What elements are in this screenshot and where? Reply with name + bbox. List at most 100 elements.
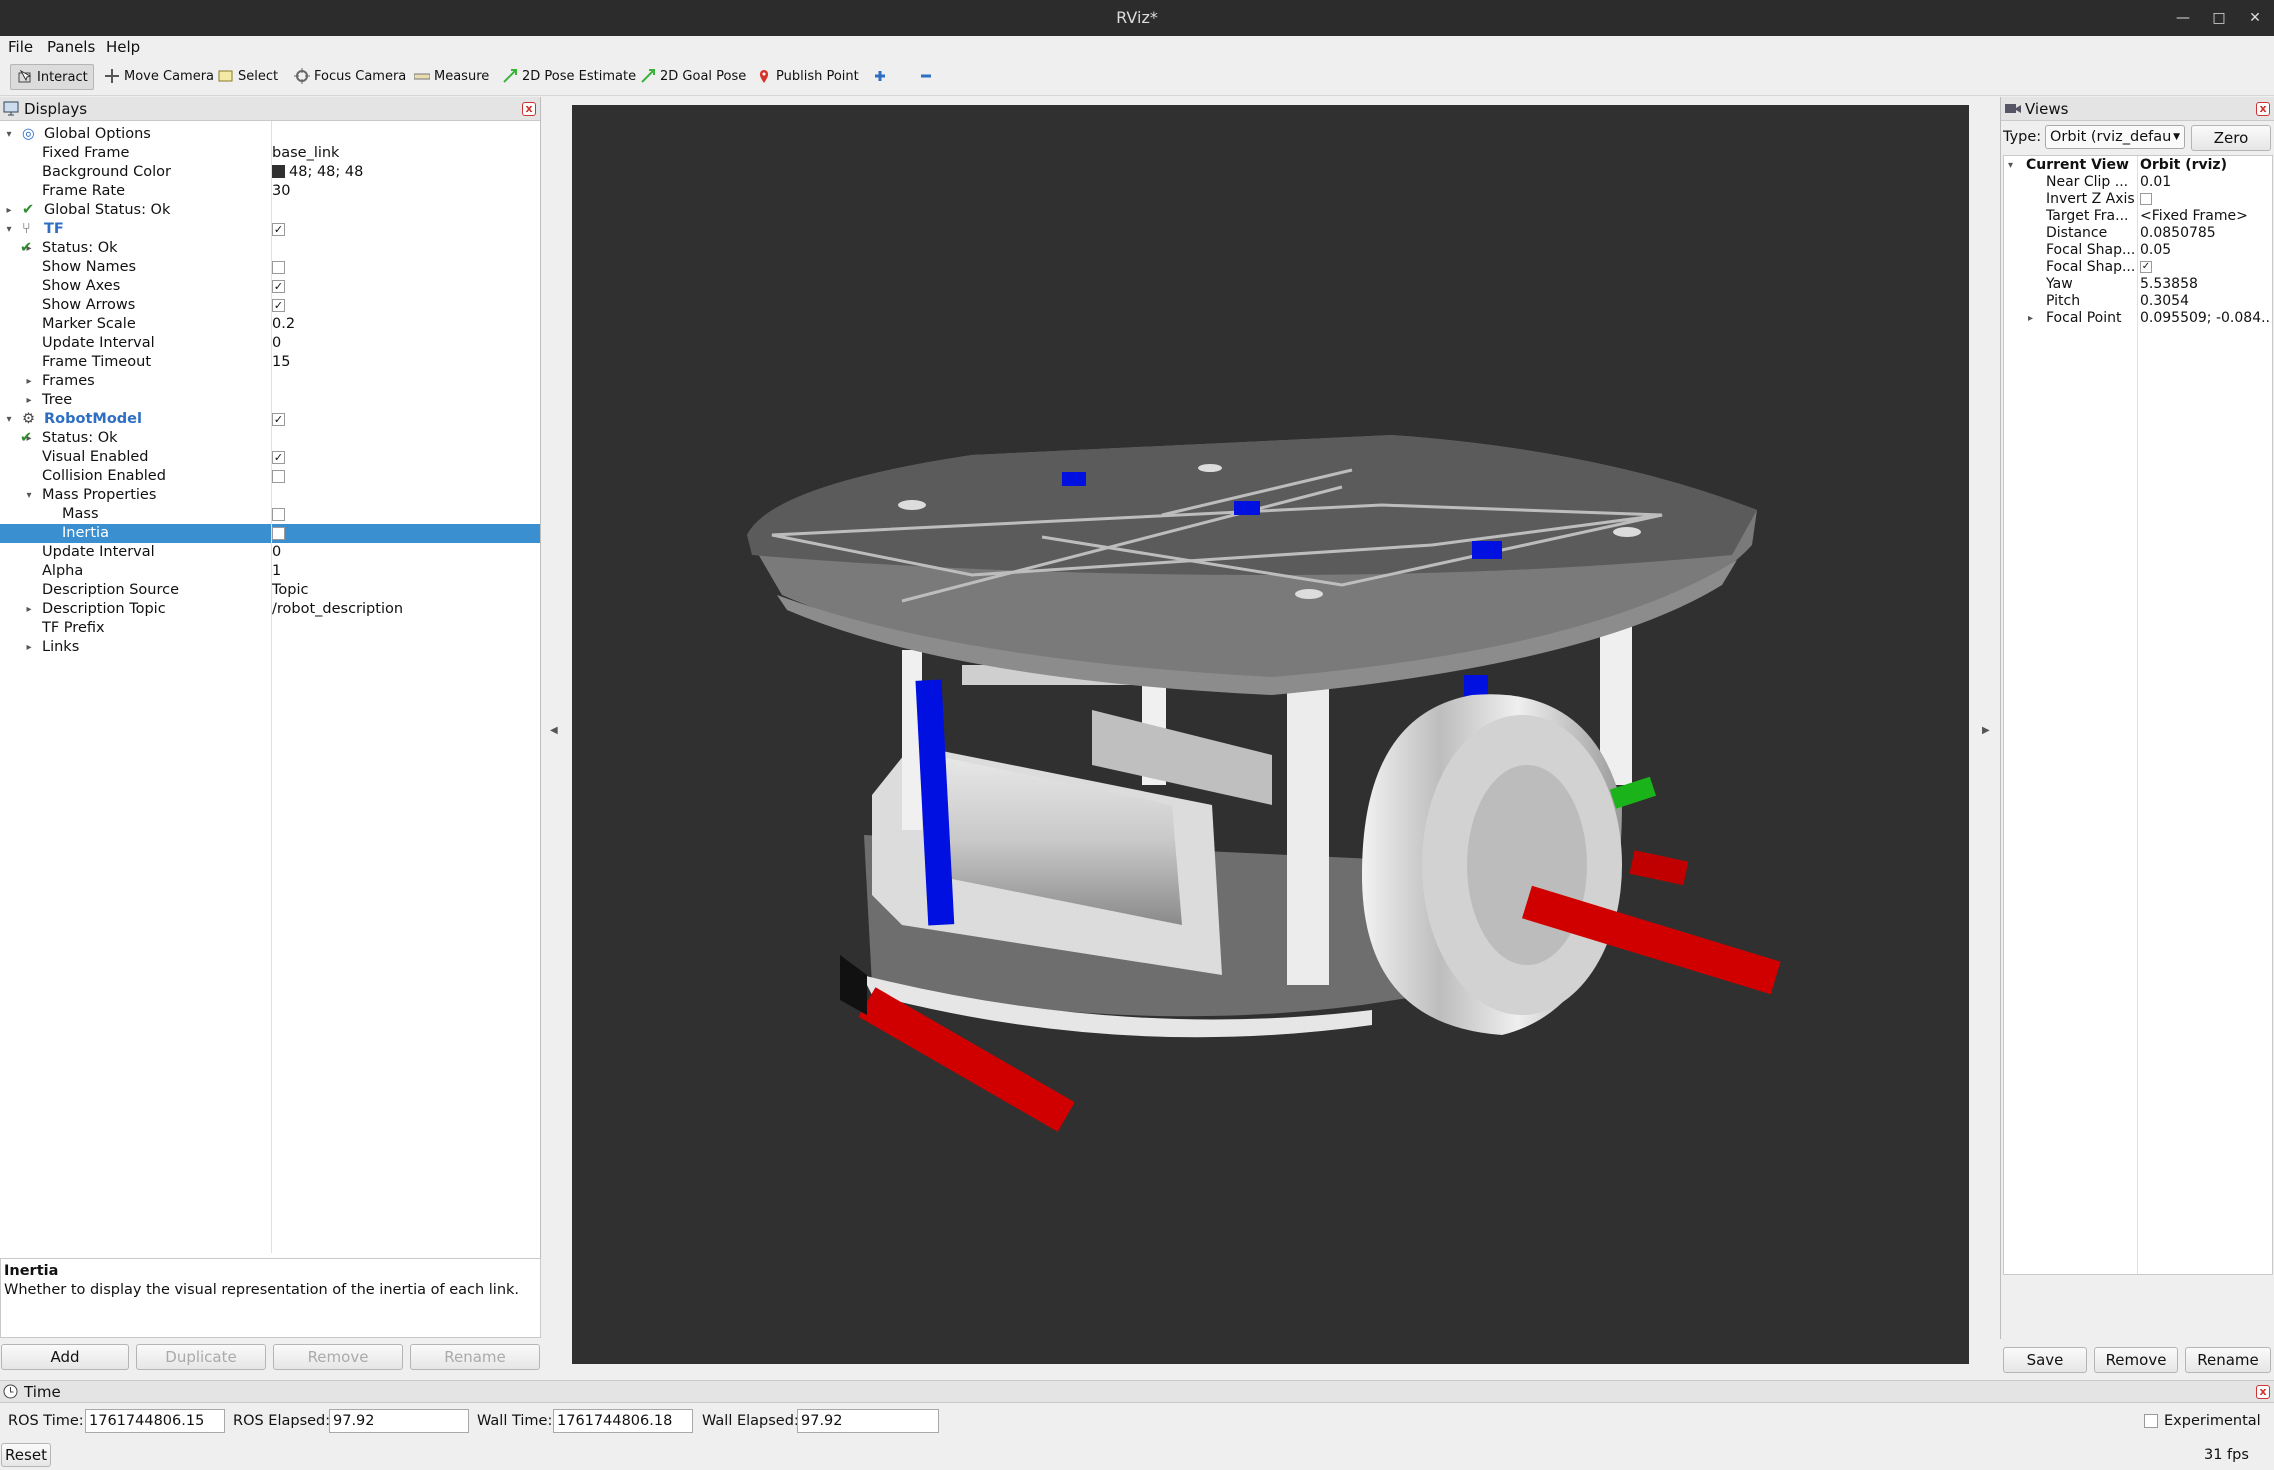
minimize-icon[interactable]: — xyxy=(2168,0,2198,36)
menu-file[interactable]: File xyxy=(8,36,33,58)
view-prop-row[interactable]: Focal Shap... ✓ xyxy=(2004,259,2272,276)
save-view-button[interactable]: Save xyxy=(2003,1347,2087,1373)
expand-right-icon[interactable]: ▸ xyxy=(24,372,34,391)
add-tool-button[interactable] xyxy=(866,64,894,90)
remove-view-button[interactable]: Remove xyxy=(2094,1347,2178,1373)
rename-display-button[interactable]: Rename xyxy=(410,1344,540,1370)
remove-tool-button[interactable] xyxy=(912,64,942,90)
checkbox[interactable]: ✓ xyxy=(272,299,285,312)
tree-row-frame-rate[interactable]: Frame Rate 30 xyxy=(0,182,540,201)
tool-2d-pose-estimate[interactable]: 2D Pose Estimate xyxy=(496,64,636,90)
tool-select[interactable]: Select xyxy=(212,64,278,90)
rename-view-button[interactable]: Rename xyxy=(2185,1347,2271,1373)
tree-row-robotmodel-status[interactable]: ▸ ✔ Status: Ok xyxy=(0,429,540,448)
tree-row-frame-timeout[interactable]: Frame Timeout 15 xyxy=(0,353,540,372)
tree-row-tf-status[interactable]: ▸ ✔ Status: Ok xyxy=(0,239,540,258)
ros-time-field[interactable]: 1761744806.15 xyxy=(85,1409,225,1433)
tree-row-description-source[interactable]: Description Source Topic xyxy=(0,581,540,600)
tree-row-background-color[interactable]: Background Color 48; 48; 48 xyxy=(0,163,540,182)
tool-interact[interactable]: Interact xyxy=(10,64,94,90)
maximize-icon[interactable]: □ xyxy=(2204,0,2234,36)
checkbox[interactable]: ✓ xyxy=(2140,261,2152,273)
view-prop-value[interactable]: 5.53858 xyxy=(2140,276,2270,293)
tree-row-tf-prefix[interactable]: TF Prefix xyxy=(0,619,540,638)
tree-row-description-topic[interactable]: ▸ Description Topic/robot_description xyxy=(0,600,540,619)
close-icon[interactable]: ✕ xyxy=(2240,0,2270,36)
render-viewport[interactable] xyxy=(572,105,1969,1364)
tree-row-tree[interactable]: ▸ Tree xyxy=(0,391,540,410)
checkbox[interactable] xyxy=(2140,193,2152,205)
expand-down-icon[interactable]: ▾ xyxy=(24,486,34,505)
tree-row-frames[interactable]: ▸ Frames xyxy=(0,372,540,391)
tree-row-mass-properties[interactable]: ▾ Mass Properties xyxy=(0,486,540,505)
view-prop-value[interactable]: 0.0850785 xyxy=(2140,225,2270,242)
view-prop-row[interactable]: Yaw 5.53858 xyxy=(2004,276,2272,293)
tree-row-visual-enabled[interactable]: Visual Enabled ✓ xyxy=(0,448,540,467)
expand-right-icon[interactable]: ▸ xyxy=(2028,310,2033,327)
expand-right-icon[interactable]: ▸ xyxy=(24,600,34,619)
tree-row-links[interactable]: ▸ Links xyxy=(0,638,540,657)
menu-help[interactable]: Help xyxy=(106,36,140,58)
tree-row-tf-display[interactable]: ▾ ⑂ TF ✓ xyxy=(0,220,540,239)
tree-row-robotmodel-display[interactable]: ▾ ⚙ RobotModel ✓ xyxy=(0,410,540,429)
ros-elapsed-field[interactable]: 97.92 xyxy=(329,1409,469,1433)
tool-focus-camera[interactable]: Focus Camera xyxy=(288,64,406,90)
tree-row-value[interactable]: 1 xyxy=(272,562,281,581)
tree-row-mass[interactable]: Mass xyxy=(0,505,540,524)
tree-row-show-arrows[interactable]: Show Arrows ✓ xyxy=(0,296,540,315)
wall-elapsed-field[interactable]: 97.92 xyxy=(797,1409,939,1433)
view-prop-value[interactable]: 0.3054 xyxy=(2140,293,2270,310)
view-prop-value[interactable]: 0.05 xyxy=(2140,242,2270,259)
tool-publish-point[interactable]: Publish Point xyxy=(750,64,859,90)
checkbox[interactable]: ✓ xyxy=(272,280,285,293)
tree-row-fixed-frame[interactable]: Fixed Frame base_link xyxy=(0,144,540,163)
tree-row-value[interactable]: 15 xyxy=(272,353,290,372)
tool-measure[interactable]: Measure xyxy=(408,64,489,90)
view-prop-row[interactable]: ▸ Focal Point 0.095509; -0.084... xyxy=(2004,310,2272,327)
tree-row-value[interactable]: 48; 48; 48 xyxy=(289,164,363,180)
checkbox[interactable] xyxy=(272,508,285,521)
tree-row-show-names[interactable]: Show Names xyxy=(0,258,540,277)
menu-panels[interactable]: Panels xyxy=(47,36,95,58)
add-display-button[interactable]: Add xyxy=(1,1344,129,1370)
expand-down-icon[interactable]: ▾ xyxy=(4,410,14,429)
view-prop-value[interactable]: 0.095509; -0.084... xyxy=(2140,310,2270,327)
expand-right-icon[interactable]: ▸ xyxy=(24,391,34,410)
view-type-select[interactable]: Orbit (rviz_defau ▼ xyxy=(2045,125,2185,149)
tree-row-global-status[interactable]: ▸ ✔ Global Status: Ok xyxy=(0,201,540,220)
tool-move-camera[interactable]: Move Camera xyxy=(98,64,214,90)
view-prop-value[interactable]: <Fixed Frame> xyxy=(2140,208,2270,225)
checkbox[interactable] xyxy=(272,470,285,483)
view-prop-row[interactable]: Invert Z Axis xyxy=(2004,191,2272,208)
view-prop-value[interactable]: 0.01 xyxy=(2140,174,2270,191)
tree-row-value[interactable]: base_link xyxy=(272,144,339,163)
tree-row-update-interval[interactable]: Update Interval 0 xyxy=(0,543,540,562)
tool-2d-goal-pose[interactable]: 2D Goal Pose xyxy=(634,64,746,90)
expand-down-icon[interactable]: ▾ xyxy=(4,125,14,144)
zero-view-button[interactable]: Zero xyxy=(2191,125,2271,151)
view-prop-row[interactable]: Distance 0.0850785 xyxy=(2004,225,2272,242)
view-prop-row[interactable]: Focal Shap... 0.05 xyxy=(2004,242,2272,259)
tree-row-collision-enabled[interactable]: Collision Enabled xyxy=(0,467,540,486)
close-panel-icon[interactable]: x xyxy=(522,102,536,116)
tree-row-value[interactable]: 0 xyxy=(272,543,281,562)
view-prop-row[interactable]: Target Fra... <Fixed Frame> xyxy=(2004,208,2272,225)
wall-time-field[interactable]: 1761744806.18 xyxy=(553,1409,693,1433)
tree-row-value[interactable]: 0.2 xyxy=(272,315,295,334)
tree-row-tf-update-interval[interactable]: Update Interval 0 xyxy=(0,334,540,353)
collapse-left-icon[interactable]: ◀ xyxy=(550,725,558,736)
tree-row-global-options[interactable]: ▾ ◎ Global Options xyxy=(0,125,540,144)
tree-row-value[interactable]: Topic xyxy=(272,581,308,600)
tree-row-inertia[interactable]: Inertia xyxy=(0,524,540,543)
view-prop-row[interactable]: Near Clip ... 0.01 xyxy=(2004,174,2272,191)
expand-down-icon[interactable]: ▾ xyxy=(4,220,14,239)
reset-button[interactable]: Reset xyxy=(1,1443,51,1467)
tree-row-marker-scale[interactable]: Marker Scale 0.2 xyxy=(0,315,540,334)
tree-row-show-axes[interactable]: Show Axes ✓ xyxy=(0,277,540,296)
remove-display-button[interactable]: Remove xyxy=(273,1344,403,1370)
expand-right-icon[interactable]: ▸ xyxy=(24,638,34,657)
experimental-checkbox[interactable] xyxy=(2144,1414,2158,1428)
expand-down-icon[interactable]: ▾ xyxy=(2008,157,2013,174)
duplicate-display-button[interactable]: Duplicate xyxy=(136,1344,266,1370)
checkbox[interactable] xyxy=(272,527,285,540)
